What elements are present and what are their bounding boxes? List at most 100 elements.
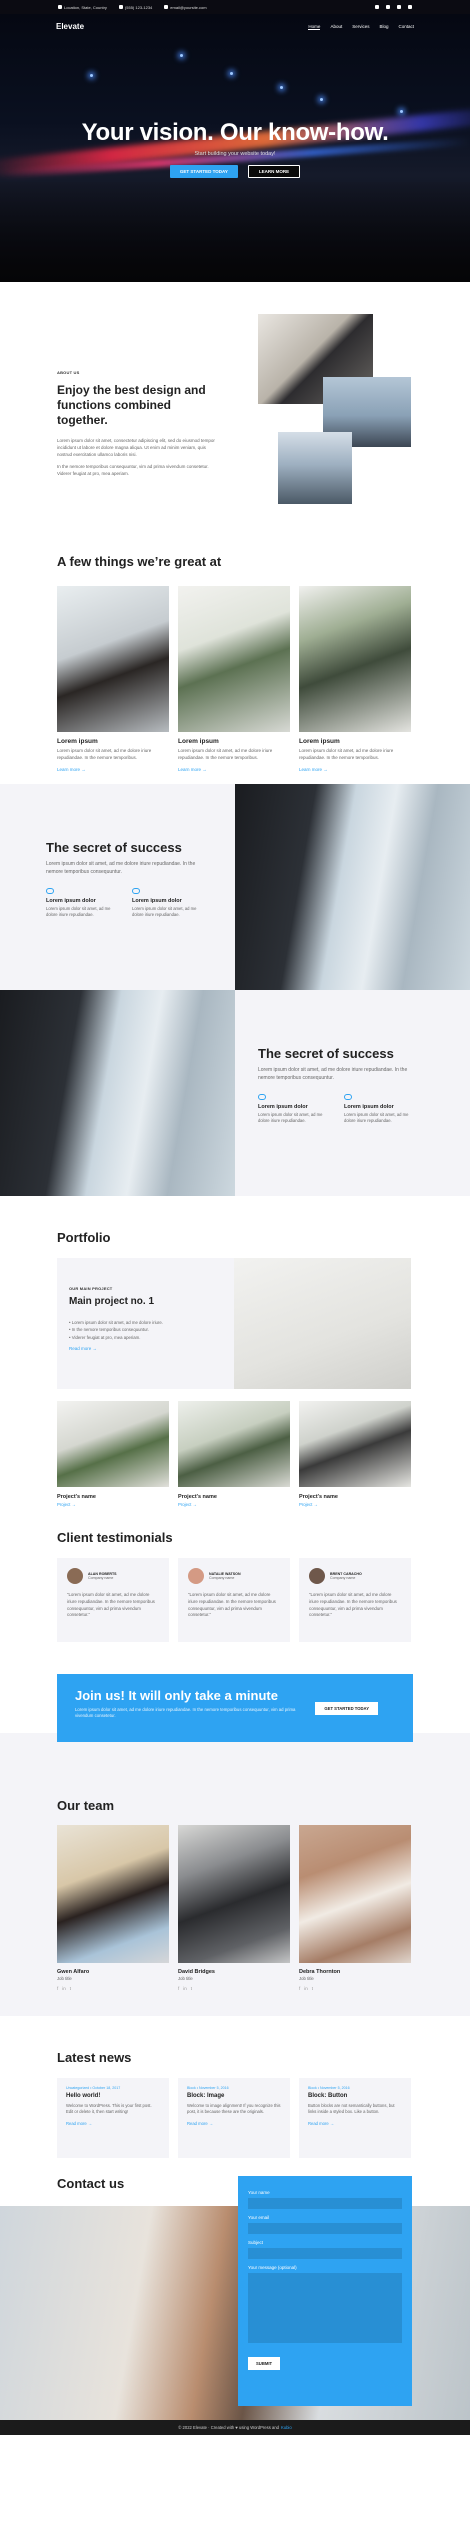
learn-more-link[interactable]: Learn more → (57, 767, 169, 772)
author-company: Company name (88, 1576, 114, 1580)
member-photo (299, 1825, 411, 1963)
twitter-icon[interactable] (386, 5, 390, 9)
facebook-icon[interactable] (375, 5, 379, 9)
feature-text: Lorem ipsum dolor sit amet, ad me dolore… (299, 748, 394, 760)
contact-section: Contact us Your name Your email Subject … (0, 2176, 470, 2420)
read-more-link[interactable]: Read more → (308, 2121, 402, 2126)
learn-more-button[interactable]: LEARN MORE (247, 165, 301, 178)
testimonial-author: ALAN ROBERTS Company name (88, 1572, 117, 1580)
submit-button[interactable]: SUBMIT (248, 2357, 281, 2370)
main-project: OUR MAIN PROJECT Main project no. 1 Lore… (57, 1258, 234, 1389)
secret-feature: Lorem ipsum dolor Lorem ipsum dolor sit … (132, 888, 202, 919)
secret-feature-text: Lorem ipsum dolor sit amet, ad me dolore… (258, 1112, 323, 1124)
twitter-icon[interactable]: t (191, 1986, 192, 1991)
get-started-button[interactable]: GET STARTED TODAY (169, 165, 238, 178)
news-meta: Block • November 5, 2016 (187, 2086, 229, 2090)
linkedin-icon[interactable]: in (304, 1986, 308, 1991)
secret-feature-title: Lorem ipsum dolor (258, 1104, 308, 1110)
testimonial-header: BRENT CARACHO Company name (309, 1568, 401, 1584)
team-section: Our team Gwen Alfaro Job title f in t Davi… (0, 1798, 470, 2016)
project-card[interactable]: Project's name Project → (178, 1401, 290, 1507)
subject-field[interactable] (248, 2248, 402, 2259)
cta-get-started-button[interactable]: GET STARTED TODAY (315, 1702, 378, 1715)
avatar (309, 1568, 325, 1584)
email-field[interactable] (248, 2223, 402, 2234)
about-section: ABOUT US Enjoy the best design and funct… (0, 282, 470, 534)
street-light (320, 98, 323, 101)
read-more-link[interactable]: Read more → (69, 1346, 222, 1351)
read-more-link[interactable]: Read more → (187, 2121, 281, 2126)
feature-card: Lorem ipsum Lorem ipsum dolor sit amet, … (57, 586, 169, 772)
phone-info[interactable]: (555) 123-1234 (118, 5, 152, 10)
menu-item-blog[interactable]: Blog (379, 24, 388, 30)
about-title: Enjoy the best design and functions comb… (57, 383, 206, 427)
location-icon (58, 5, 62, 10)
twitter-icon[interactable]: t (312, 1986, 313, 1991)
menu-item-home[interactable]: Home (308, 24, 321, 30)
twitter-icon[interactable]: t (70, 1986, 71, 1991)
read-more-link[interactable]: Read more → (66, 2121, 160, 2126)
portfolio-title: Portfolio (57, 1230, 111, 1245)
linkedin-icon[interactable]: in (183, 1986, 187, 1991)
testimonials-title: Client testimonials (57, 1530, 173, 1545)
cta-box: Join us! It will only take a minute Lore… (57, 1674, 413, 1742)
facebook-icon[interactable]: f (57, 1986, 58, 1991)
author-company: Company name (209, 1576, 235, 1580)
testimonial-quote: “Lorem ipsum dolor sit amet, ad me dolor… (188, 1592, 276, 1618)
learn-more-link[interactable]: Learn more → (178, 767, 290, 772)
message-label: Your message (optional) (248, 2265, 297, 2270)
name-label: Your name (248, 2190, 270, 2195)
menu-item-about[interactable]: About (330, 24, 342, 30)
project-name: Project's name (178, 1494, 217, 1500)
site-logo[interactable]: Elevate (56, 22, 84, 31)
team-member: David Bridges Job title f in t (178, 1825, 290, 1991)
email-info[interactable]: email@yoursite.com (164, 5, 207, 10)
message-field[interactable] (248, 2273, 402, 2343)
hero-buttons: GET STARTED TODAY LEARN MORE (0, 165, 470, 178)
project-card[interactable]: Project's name Project → (299, 1401, 411, 1507)
testimonial-card: BRENT CARACHO Company name “Lorem ipsum … (299, 1558, 411, 1642)
testimonials-row: ALAN ROBERTS Company name “Lorem ipsum d… (57, 1558, 411, 1642)
project-name: Project's name (299, 1494, 338, 1500)
member-socials: f in t (299, 1986, 411, 1991)
arrow-right-icon: → (208, 2120, 214, 2126)
linkedin-icon[interactable]: in (62, 1986, 66, 1991)
author-company: Company name (330, 1576, 356, 1580)
hero: Elevate Home About Services Blog Contact… (0, 14, 470, 282)
project-category[interactable]: Project → (299, 1502, 411, 1507)
name-field[interactable] (248, 2198, 402, 2209)
learn-more-link[interactable]: Learn more → (299, 767, 411, 772)
footer-link[interactable]: Kubio (281, 2425, 292, 2430)
project-photo (299, 1401, 411, 1487)
news-card-title[interactable]: Hello world! (66, 2093, 160, 2099)
arrow-right-icon: → (92, 1345, 98, 1351)
project-category[interactable]: Project → (57, 1502, 169, 1507)
youtube-icon[interactable] (408, 5, 412, 9)
street-light (400, 110, 403, 113)
menu-item-contact[interactable]: Contact (398, 24, 414, 30)
facebook-icon[interactable]: f (299, 1986, 300, 1991)
about-paragraph: Lorem ipsum dolor sit amet, consectetur … (57, 438, 215, 457)
member-role: Job title (178, 1976, 193, 1981)
team-title: Our team (57, 1798, 115, 1813)
about-paragraph: In the nemore temporibus consequuntur, v… (57, 464, 209, 476)
project-card[interactable]: Project's name Project → (57, 1401, 169, 1507)
secret-feature-title: Lorem ipsum dolor (132, 898, 182, 904)
secret-title: The secret of success (46, 840, 182, 855)
news-card-title[interactable]: Block: Image (187, 2093, 281, 2099)
road (0, 182, 470, 282)
bullet-item: In the nemore temporibus consequuntur. (69, 1326, 222, 1333)
arrow-right-icon: → (329, 2120, 335, 2126)
street-light (280, 86, 283, 89)
menu-item-services[interactable]: Services (352, 24, 369, 30)
news-excerpt: Welcome to WordPress. This is your first… (66, 2103, 152, 2115)
news-card-title[interactable]: Block: Button (308, 2093, 402, 2099)
street-light (230, 72, 233, 75)
news-title: Latest news (57, 2050, 132, 2065)
facebook-icon[interactable]: f (178, 1986, 179, 1991)
about-text: ABOUT US Enjoy the best design and funct… (57, 370, 217, 478)
project-category[interactable]: Project → (178, 1502, 290, 1507)
instagram-icon[interactable] (397, 5, 401, 9)
bullet-item: Lorem ipsum dolor sit amet, ad me dolore… (69, 1319, 222, 1326)
news-excerpt: Welcome to image alignment! If you recog… (187, 2103, 281, 2115)
